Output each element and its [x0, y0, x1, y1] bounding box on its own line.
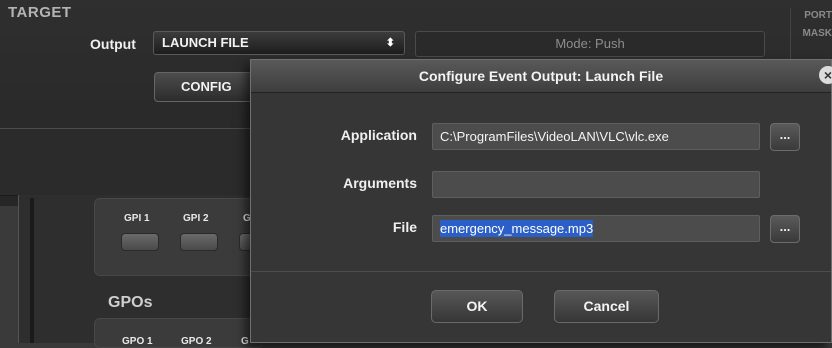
file-field[interactable]: emergency_message.mp3 [432, 215, 760, 242]
dialog-title: Configure Event Output: Launch File [251, 60, 831, 93]
io-panel-edge [30, 198, 34, 343]
gpi-group: GPI 1 GPI 2 G [94, 198, 277, 276]
select-arrows-icon: ⬍ [385, 37, 395, 49]
ok-button[interactable]: OK [431, 290, 523, 323]
cancel-button[interactable]: Cancel [554, 290, 659, 323]
gpo-group: GPO 1 GPO 2 G [94, 318, 264, 348]
gpo-3-label: G [241, 336, 249, 347]
target-title: TARGET [8, 4, 72, 21]
application-field[interactable]: C:\ProgramFiles\VideoLAN\VLC\vlc.exe [432, 123, 760, 150]
file-browse-button[interactable]: ... [770, 215, 800, 243]
arguments-label: Arguments [343, 175, 417, 191]
gpo-2-label: GPO 2 [181, 336, 212, 347]
gpos-title: GPOs [108, 294, 153, 311]
file-field-selected-text: emergency_message.mp3 [440, 220, 594, 237]
application-label: Application [340, 127, 417, 143]
close-icon[interactable]: × [819, 66, 832, 84]
output-label: Output [90, 36, 136, 52]
gpi-1-button[interactable] [121, 233, 159, 251]
gpi-1-label: GPI 1 [124, 213, 150, 224]
mode-display: Mode: Push [415, 31, 765, 57]
application-browse-button[interactable]: ... [770, 123, 800, 151]
output-select-value: LAUNCH FILE [162, 35, 249, 50]
mask-label: MASK [802, 28, 832, 39]
gpi-2-button[interactable] [180, 233, 218, 251]
gpo-1-label: GPO 1 [122, 336, 153, 347]
configure-output-dialog: Configure Event Output: Launch File × Ap… [250, 59, 832, 343]
gpi-2-label: GPI 2 [183, 213, 209, 224]
port-label: PORT [804, 10, 832, 21]
file-label: File [392, 219, 417, 235]
config-button[interactable]: CONFIG [154, 72, 259, 102]
output-select[interactable]: LAUNCH FILE ⬍ [153, 31, 405, 55]
arguments-field[interactable] [432, 171, 760, 198]
dialog-divider [251, 271, 831, 272]
